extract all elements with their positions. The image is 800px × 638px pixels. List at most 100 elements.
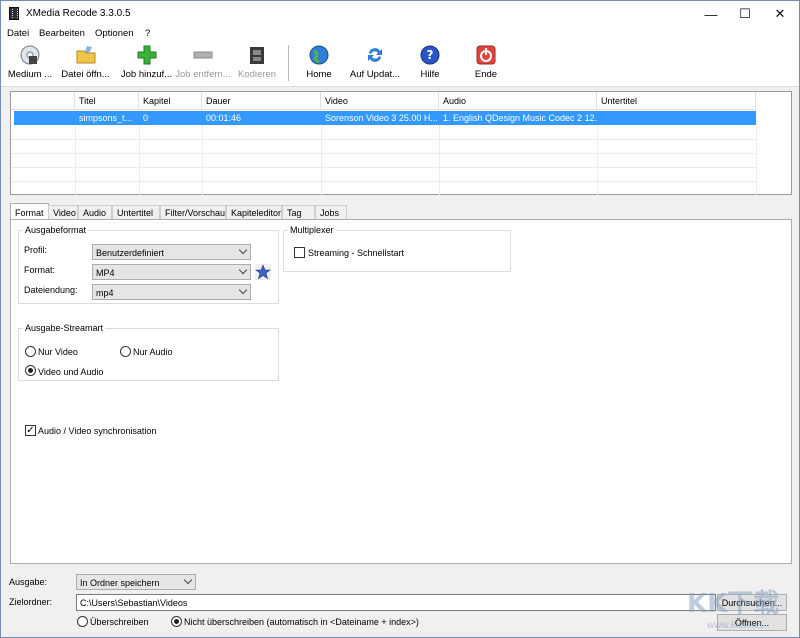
destination-folder-input[interactable]: C:\Users\Sebastian\Videos bbox=[76, 594, 716, 611]
destination-folder-value: C:\Users\Sebastian\Videos bbox=[80, 598, 188, 608]
chevron-down-icon bbox=[238, 285, 248, 295]
watermark-text: KK下载 bbox=[687, 589, 780, 619]
update-button[interactable]: Auf Updat... bbox=[347, 44, 403, 84]
menu-bearbeiten[interactable]: Bearbeiten bbox=[39, 28, 85, 39]
home-label: Home bbox=[306, 69, 332, 80]
column-header-title[interactable]: Titel bbox=[75, 92, 139, 110]
only-video-label: Nur Video bbox=[38, 347, 78, 357]
open-media-button[interactable]: Medium ... bbox=[5, 44, 55, 84]
menu-help[interactable]: ? bbox=[145, 28, 150, 39]
extension-value: mp4 bbox=[96, 288, 114, 298]
no-overwrite-label: Nicht überschreiben (automatisch in <Dat… bbox=[184, 617, 419, 627]
output-format-group-label: Ausgabeformat bbox=[23, 225, 89, 235]
extension-select[interactable]: mp4 bbox=[92, 284, 251, 300]
av-sync-label: Audio / Video synchronisation bbox=[38, 426, 157, 436]
column-header-blank bbox=[11, 92, 75, 110]
svg-text:?: ? bbox=[427, 48, 434, 62]
menu-bar: Datei Bearbeiten Optionen ? bbox=[1, 27, 799, 41]
output-mode-value: In Ordner speichern bbox=[80, 578, 160, 588]
cell-chapter: 0 bbox=[143, 113, 149, 123]
maximize-button[interactable]: ☐ bbox=[728, 1, 762, 27]
column-divider bbox=[321, 125, 322, 195]
column-divider bbox=[202, 125, 203, 195]
video-and-audio-radio[interactable] bbox=[25, 365, 36, 376]
column-header-subtitle[interactable]: Untertitel bbox=[597, 92, 756, 110]
menu-optionen[interactable]: Optionen bbox=[95, 28, 134, 39]
toolbar: Medium ... Datei öffn... Job hinzuf... J… bbox=[1, 41, 799, 87]
help-button[interactable]: ? Hilfe bbox=[413, 44, 447, 84]
format-label: Format: bbox=[24, 265, 56, 275]
tab-filter-preview[interactable]: Filter/Vorschau bbox=[160, 205, 226, 220]
only-video-radio[interactable] bbox=[25, 346, 36, 357]
destination-label: Zielordner: bbox=[9, 597, 53, 607]
video-and-audio-label: Video und Audio bbox=[38, 367, 104, 377]
cell-duration: 00:01:46 bbox=[206, 113, 242, 123]
column-divider bbox=[75, 125, 76, 195]
output-mode-select[interactable]: In Ordner speichern bbox=[76, 574, 196, 590]
overwrite-radio[interactable] bbox=[77, 616, 88, 627]
watermark-url: www.kkx.net bbox=[707, 620, 763, 631]
column-divider bbox=[597, 125, 598, 195]
tab-tag[interactable]: Tag bbox=[282, 205, 315, 220]
format-select[interactable]: MP4 bbox=[92, 264, 251, 280]
refresh-icon bbox=[368, 48, 382, 62]
cell-title: simpsons_t... bbox=[79, 113, 133, 123]
column-divider bbox=[439, 125, 440, 195]
streaming-label: Streaming - Schnellstart bbox=[308, 248, 405, 258]
streaming-checkbox[interactable] bbox=[294, 247, 305, 258]
extension-label: Dateiendung: bbox=[24, 285, 78, 295]
column-header-video[interactable]: Video bbox=[321, 92, 439, 110]
close-button[interactable]: ✕ bbox=[763, 1, 797, 27]
column-header-chapter[interactable]: Kapitel bbox=[139, 92, 202, 110]
chevron-down-icon bbox=[238, 265, 248, 275]
disc-icon bbox=[20, 45, 40, 65]
window-title: XMedia Recode 3.3.0.5 bbox=[26, 8, 131, 19]
chevron-down-icon bbox=[183, 575, 193, 585]
output-label: Ausgabe: bbox=[9, 577, 48, 587]
tab-audio[interactable]: Audio bbox=[78, 205, 112, 220]
favorite-star-icon[interactable] bbox=[255, 264, 271, 280]
plus-icon bbox=[137, 45, 156, 65]
help-icon: ? bbox=[420, 45, 440, 65]
globe-icon bbox=[309, 45, 329, 65]
format-value: MP4 bbox=[96, 268, 115, 278]
remove-job-label: Job entfern... bbox=[175, 69, 231, 80]
column-divider bbox=[756, 125, 757, 195]
column-header-duration[interactable]: Dauer bbox=[202, 92, 321, 110]
tab-chapter-editor[interactable]: Kapiteleditor bbox=[226, 205, 282, 220]
column-header-audio[interactable]: Audio bbox=[439, 92, 597, 110]
app-window: XMedia Recode 3.3.0.5 — ☐ ✕ Datei Bearbe… bbox=[0, 0, 800, 638]
minimize-button[interactable]: — bbox=[694, 1, 728, 27]
help-label: Hilfe bbox=[420, 69, 440, 80]
encode-label: Kodieren bbox=[237, 69, 277, 80]
job-list[interactable]: Titel Kapitel Dauer Video Audio Untertit… bbox=[10, 91, 792, 195]
minus-icon bbox=[193, 51, 213, 59]
tab-jobs[interactable]: Jobs bbox=[315, 205, 347, 220]
profile-select[interactable]: Benutzerdefiniert bbox=[92, 244, 251, 260]
row-divider bbox=[11, 153, 756, 154]
encode-button[interactable]: Kodieren bbox=[235, 44, 279, 84]
only-audio-radio[interactable] bbox=[120, 346, 131, 357]
folder-icon bbox=[76, 46, 95, 64]
cell-audio: 1. English QDesign Music Codec 2 12... bbox=[443, 113, 597, 123]
cell-video: Sorenson Video 3 25.00 H... bbox=[325, 113, 438, 123]
menu-datei[interactable]: Datei bbox=[7, 28, 29, 39]
title-bar: XMedia Recode 3.3.0.5 — ☐ ✕ bbox=[1, 1, 799, 27]
app-film-icon bbox=[9, 7, 19, 20]
tab-video[interactable]: Video bbox=[48, 205, 78, 220]
home-button[interactable]: Home bbox=[299, 44, 339, 84]
add-job-button[interactable]: Job hinzuf... bbox=[119, 44, 174, 84]
av-sync-checkbox[interactable]: ✓ bbox=[25, 425, 36, 436]
profile-label: Profil: bbox=[24, 245, 48, 255]
watermark-logo: KK下载 www.kkx.net bbox=[687, 583, 797, 633]
exit-button[interactable]: Ende bbox=[469, 44, 503, 84]
add-job-label: Job hinzuf... bbox=[120, 69, 173, 80]
row-divider bbox=[11, 167, 756, 168]
tab-subtitle[interactable]: Untertitel bbox=[112, 205, 160, 220]
no-overwrite-radio[interactable] bbox=[171, 616, 182, 627]
remove-job-button[interactable]: Job entfern... bbox=[174, 44, 232, 84]
stream-type-group-label: Ausgabe-Streamart bbox=[23, 323, 106, 333]
open-file-button[interactable]: Datei öffn... bbox=[58, 44, 113, 84]
tab-format[interactable]: Format bbox=[10, 203, 49, 220]
power-icon bbox=[476, 45, 496, 65]
